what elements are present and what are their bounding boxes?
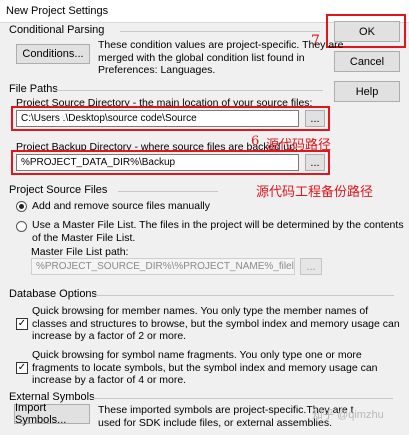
- symbol-fragments-checkbox[interactable]: ✓: [16, 362, 28, 374]
- window-title: New Project Settings: [6, 5, 109, 17]
- conditional-description-line: These condition values are project-speci…: [98, 39, 344, 51]
- member-names-checkbox[interactable]: ✓: [16, 318, 28, 330]
- master-file-list-label-line: of the Master File List.: [32, 231, 136, 244]
- conditional-description-line: merged with the global condition list fo…: [98, 51, 305, 64]
- source-browse-button[interactable]: ...: [305, 110, 325, 127]
- conditional-parsing-title: Conditional Parsing: [9, 24, 105, 36]
- watermark-text: 知乎 @qimzhu: [312, 409, 384, 421]
- master-file-list-path-label: Master File List path:: [31, 246, 129, 258]
- conditional-parsing-description: These condition values are project-speci…: [98, 39, 344, 77]
- backup-browse-button[interactable]: ...: [305, 154, 325, 171]
- database-options-title: Database Options: [9, 288, 98, 300]
- master-file-list-label-line: Use a Master File List. The files in the…: [32, 219, 404, 231]
- source-directory-input[interactable]: C:\Users .\Desktop\source code\Source: [16, 110, 299, 127]
- symbol-fragments-option-line: Quick browsing for symbol name fragments…: [32, 349, 362, 361]
- symbol-fragments-option-line: increase by a factor of 4 or more.: [32, 374, 187, 386]
- member-names-option: Quick browsing for member names. You onl…: [32, 305, 400, 343]
- project-source-files-title: Project Source Files: [9, 184, 108, 196]
- annotation-six: 6: [251, 134, 260, 149]
- symbol-fragments-option-line: fragments to locate symbols, but the sym…: [32, 361, 378, 374]
- add-remove-manually-label: Add and remove source files manually: [32, 200, 211, 212]
- database-options-divider: [94, 295, 394, 296]
- member-names-option-line: Quick browsing for member names. You onl…: [32, 305, 369, 317]
- master-file-list-browse-button[interactable]: ...: [300, 258, 322, 275]
- symbol-fragments-option: Quick browsing for symbol name fragments…: [32, 349, 378, 387]
- help-button[interactable]: Help: [334, 81, 400, 102]
- external-symbols-divider: [93, 398, 393, 399]
- cancel-button[interactable]: Cancel: [334, 51, 400, 72]
- master-file-list-label: Use a Master File List. The files in the…: [32, 219, 404, 244]
- conditional-parsing-divider: [120, 31, 320, 32]
- add-remove-manually-radio[interactable]: [16, 201, 27, 212]
- master-file-list-radio[interactable]: [16, 221, 27, 232]
- conditional-description-line: Preferences: Languages.: [98, 64, 216, 76]
- file-paths-divider: [55, 90, 323, 91]
- file-paths-title: File Paths: [9, 83, 58, 95]
- master-file-list-path-input[interactable]: %PROJECT_SOURCE_DIR%\%PROJECT_NAME%_file…: [31, 258, 295, 275]
- import-symbols-button[interactable]: Import Symbols...: [14, 402, 90, 426]
- project-source-files-divider: [118, 191, 218, 192]
- conditions-button[interactable]: Conditions...: [16, 44, 90, 64]
- member-names-option-line: classes and structures to browse, but th…: [32, 317, 400, 330]
- member-names-option-line: increase by a factor of 2 or more.: [32, 330, 187, 342]
- backup-directory-input[interactable]: %PROJECT_DATA_DIR%\Backup: [16, 154, 299, 171]
- annotation-backup-path: 源代码工程备份路径: [256, 185, 374, 200]
